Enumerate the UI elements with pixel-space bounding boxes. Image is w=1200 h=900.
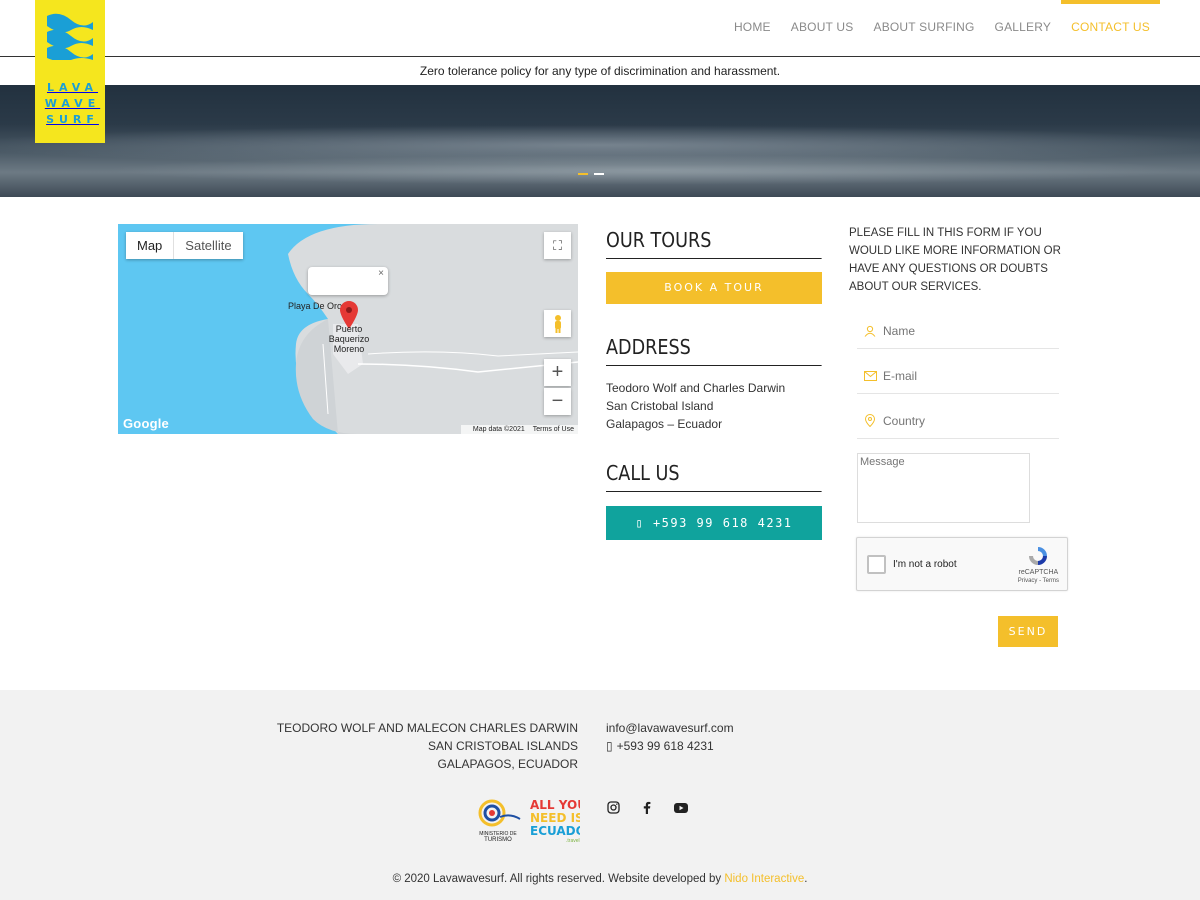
country-field-row [857,403,1059,439]
contact-form: PLEASE FILL IN THIS FORM IF YOU WOULD LI… [849,224,1069,647]
slider-dot-2[interactable] [594,173,604,175]
email-input[interactable] [883,368,1053,383]
send-button[interactable]: SEND [998,616,1058,647]
footer-contact: info@lavawavesurf.com ▯ +593 99 618 4231 [606,719,734,755]
youtube-icon[interactable] [674,801,688,817]
fullscreen-icon[interactable]: ⛶ [544,232,571,259]
nav-gallery[interactable]: GALLERY [985,0,1062,56]
recaptcha-checkbox[interactable] [867,555,886,574]
satellite-view-button[interactable]: Satellite [173,232,243,259]
svg-text:NEED IS: NEED IS [530,811,580,825]
book-tour-button[interactable]: BOOK A TOUR [606,272,822,304]
svg-text:ECUADOR: ECUADOR [530,824,580,838]
footer-address: TEODORO WOLF AND MALECON CHARLES DARWIN … [276,721,578,771]
footer-email[interactable]: info@lavawavesurf.com [606,719,734,737]
site-logo[interactable]: LAVA WAVE SURF [35,0,105,143]
slider-dots [578,173,604,175]
form-intro: PLEASE FILL IN THIS FORM IF YOU WOULD LI… [849,227,1061,293]
partner-logos: MINISTERIO DE TURISMO ALL YOU NEED IS EC… [474,797,580,843]
svg-text:ALL YOU: ALL YOU [530,798,580,812]
main-nav: HOME ABOUT US ABOUT SURFING GALLERY CONT… [724,0,1160,56]
tours-heading: OUR TOURS [606,228,822,259]
recaptcha-brand: reCAPTCHA Privacy - Terms [1017,569,1059,584]
nav-home[interactable]: HOME [724,0,781,56]
map-attribution: Map data ©2021 Terms of Use [460,425,578,434]
svg-text:TURISMO: TURISMO [484,837,512,843]
pegman-icon[interactable] [544,310,571,337]
recaptcha-widget: I'm not a robot reCAPTCHA Privacy - Term… [856,537,1068,591]
call-heading: CALL US [606,461,822,492]
map-view-button[interactable]: Map [126,232,174,259]
nav-about-surfing[interactable]: ABOUT SURFING [863,0,984,56]
nav-contact-us[interactable]: CONTACT US [1061,0,1160,56]
phone-icon: ▯ [606,739,613,753]
location-pin-icon [857,414,883,427]
map-label-playa-de-oro: Playa De Oro [288,301,343,311]
location-map[interactable]: Map Satellite ⛶ + − × Playa De Oro Puert… [118,224,578,434]
address-text: Teodoro Wolf and Charles Darwin San Cris… [606,381,786,431]
email-field-row [857,358,1059,394]
nav-about-us[interactable]: ABOUT US [781,0,864,56]
close-icon[interactable]: × [378,268,384,279]
svg-text:.travel: .travel [566,838,580,843]
google-logo: Google [123,416,169,431]
policy-notice: Zero tolerance policy for any type of di… [419,64,781,78]
zoom-out-icon[interactable]: − [544,388,571,415]
copyright: © 2020 Lavawavesurf. All rights reserved… [392,873,808,885]
country-input[interactable] [883,413,1053,428]
social-links [606,801,688,817]
logo-wordmark: LAVA WAVE SURF [44,81,101,126]
developer-link[interactable]: Nido Interactive [724,873,804,885]
wave-logo-icon [47,13,93,60]
name-input[interactable] [883,323,1053,338]
footer-phone-row: ▯ +593 99 618 4231 [606,737,734,755]
footer-phone[interactable]: +593 99 618 4231 [617,739,714,753]
ministerio-turismo-logo[interactable]: MINISTERIO DE TURISMO [474,797,522,843]
all-you-need-is-ecuador-logo[interactable]: ALL YOU NEED IS ECUADOR .travel [528,797,580,843]
recaptcha-label: I'm not a robot [893,559,957,570]
instagram-icon[interactable] [606,801,620,817]
call-button[interactable]: ▯ +593 99 618 4231 [606,506,822,540]
slider-dot-1[interactable] [578,173,588,175]
facebook-icon[interactable] [640,801,654,817]
info-column: OUR TOURS BOOK A TOUR ADDRESS Teodoro Wo… [606,224,822,540]
address-heading: ADDRESS [606,335,822,366]
site-footer: TEODORO WOLF AND MALECON CHARLES DARWIN … [0,690,1200,900]
recaptcha-icon [1029,547,1047,565]
map-info-window: × [308,267,388,295]
hero-banner [0,85,1200,197]
phone-icon: ▯ [635,516,645,530]
site-header: HOME ABOUT US ABOUT SURFING GALLERY CONT… [0,0,1200,57]
envelope-icon [857,370,883,381]
zoom-in-icon[interactable]: + [544,359,571,386]
map-label-puerto: Puerto Baquerizo Moreno [328,324,370,354]
message-textarea[interactable] [857,453,1030,523]
map-terms-link[interactable]: Terms of Use [533,426,574,433]
name-field-row [857,313,1059,349]
user-icon [857,325,883,337]
map-type-toggle: Map Satellite [126,232,243,259]
